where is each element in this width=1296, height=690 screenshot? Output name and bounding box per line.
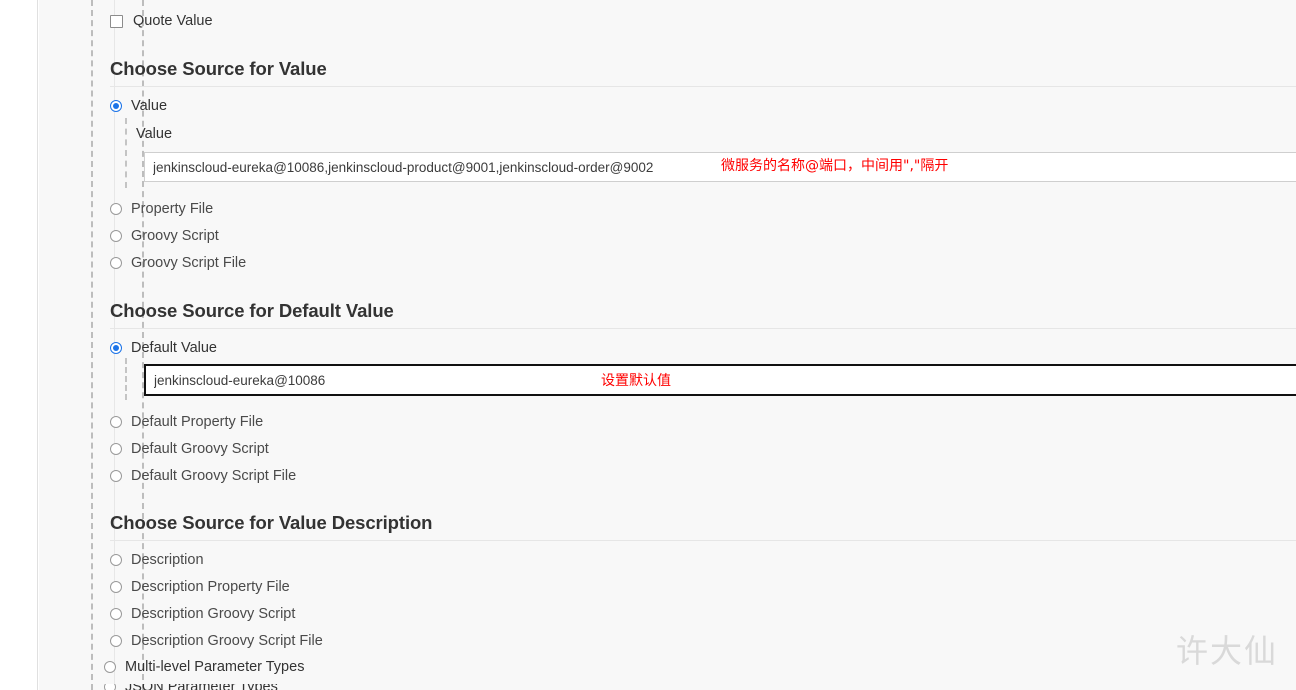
- radio-label-default-value: Default Value: [131, 340, 217, 356]
- quote-value-label: Quote Value: [133, 13, 213, 29]
- radio-row-property-file[interactable]: Property File: [110, 202, 213, 217]
- radio-row-description[interactable]: Description: [110, 553, 204, 568]
- section-heading-value-description: Choose Source for Value Description: [110, 512, 433, 533]
- left-gutter: [0, 0, 38, 690]
- section-heading-default-value: Choose Source for Default Value: [110, 300, 394, 321]
- radio-property-file[interactable]: [110, 203, 122, 216]
- radio-description-property-file[interactable]: [110, 581, 122, 594]
- radio-groovy-script-file[interactable]: [110, 257, 122, 270]
- radio-label-value: Value: [131, 98, 168, 114]
- radio-label-default-groovy-script-file: Default Groovy Script File: [131, 468, 297, 484]
- radio-row-default-groovy-script-file[interactable]: Default Groovy Script File: [110, 469, 296, 484]
- radio-default-property-file[interactable]: [110, 416, 122, 429]
- jenkins-parameter-config-page: Quote Value Choose Source for Value Valu…: [0, 0, 1296, 690]
- radio-label-groovy-script-file: Groovy Script File: [131, 255, 247, 271]
- radio-label-default-groovy-script: Default Groovy Script: [131, 441, 269, 457]
- radio-row-value[interactable]: Value: [110, 99, 167, 114]
- radio-json-parameter-types[interactable]: [104, 684, 116, 690]
- radio-default-groovy-script-file[interactable]: [110, 470, 122, 483]
- radio-groovy-script[interactable]: [110, 230, 122, 243]
- watermark: 许大仙: [1175, 632, 1278, 670]
- radio-value[interactable]: [110, 100, 122, 113]
- radio-row-multi-level-parameter-types[interactable]: Multi-level Parameter Types: [104, 660, 304, 675]
- radio-description-groovy-script-file[interactable]: [110, 635, 122, 648]
- radio-label-description-groovy-script: Description Groovy Script: [131, 606, 296, 622]
- radio-default-groovy-script[interactable]: [110, 443, 122, 456]
- radio-label-groovy-script: Groovy Script: [131, 228, 219, 244]
- section-heading-value: Choose Source for Value: [110, 58, 327, 79]
- indent-rail-outer: [91, 0, 93, 690]
- radio-row-groovy-script[interactable]: Groovy Script: [110, 229, 219, 244]
- radio-row-default-property-file[interactable]: Default Property File: [110, 415, 263, 430]
- radio-default-value[interactable]: [110, 342, 122, 355]
- quote-value-checkbox[interactable]: [110, 14, 123, 28]
- section-rule-value: [110, 86, 1296, 87]
- radio-label-description-property-file: Description Property File: [131, 579, 290, 595]
- radio-label-default-property-file: Default Property File: [131, 414, 264, 430]
- radio-label-description: Description: [131, 552, 204, 568]
- section-rule-default-value: [110, 328, 1296, 329]
- radio-label-multi-level-parameter-types: Multi-level Parameter Types: [125, 659, 305, 675]
- radio-row-default-value[interactable]: Default Value: [110, 341, 217, 356]
- value-input[interactable]: [144, 152, 1296, 182]
- default-value-field-rail: [125, 358, 127, 400]
- radio-label-property-file: Property File: [131, 201, 214, 217]
- radio-row-groovy-script-file[interactable]: Groovy Script File: [110, 256, 246, 271]
- form-content: Quote Value Choose Source for Value Valu…: [110, 0, 1296, 690]
- quote-value-checkbox-row[interactable]: Quote Value: [110, 14, 213, 29]
- radio-label-description-groovy-script-file: Description Groovy Script File: [131, 633, 323, 649]
- default-value-input[interactable]: [144, 364, 1296, 396]
- radio-multi-level-parameter-types[interactable]: [104, 661, 116, 674]
- radio-row-description-groovy-script[interactable]: Description Groovy Script: [110, 607, 295, 622]
- value-field-label: Value: [136, 126, 173, 142]
- radio-description-groovy-script[interactable]: [110, 608, 122, 621]
- radio-row-description-property-file[interactable]: Description Property File: [110, 580, 290, 595]
- radio-row-default-groovy-script[interactable]: Default Groovy Script: [110, 442, 269, 457]
- radio-description[interactable]: [110, 554, 122, 567]
- radio-label-json-parameter-types: JSON Parameter Types: [125, 684, 278, 690]
- radio-row-description-groovy-script-file[interactable]: Description Groovy Script File: [110, 634, 323, 649]
- value-field-rail: [125, 118, 127, 188]
- section-rule-value-description: [110, 540, 1296, 541]
- radio-row-json-parameter-types[interactable]: JSON Parameter Types: [104, 684, 278, 690]
